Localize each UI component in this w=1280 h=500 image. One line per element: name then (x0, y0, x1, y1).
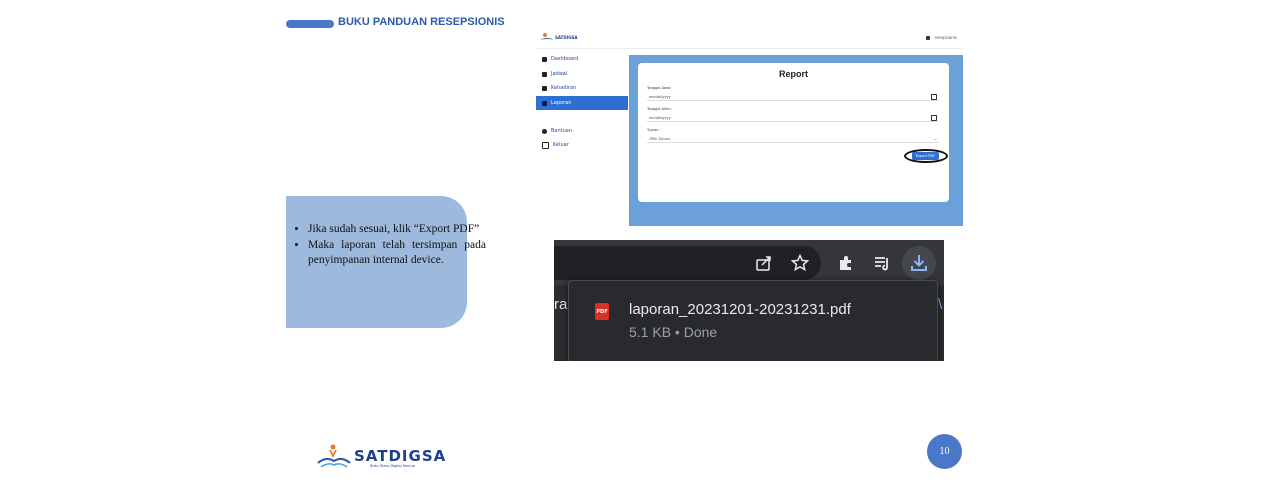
sidebar-item-label: Jadwal (551, 71, 568, 77)
page-text-fragment-right: \ (938, 296, 943, 313)
purpose-select[interactable]: -Pilih Tujuan- ⌄ (647, 135, 939, 143)
report-icon (542, 100, 547, 106)
page-number-badge: 10 (927, 434, 962, 469)
browser-toolbar (554, 240, 944, 285)
dashboard-icon (542, 56, 547, 62)
report-card: Report Tanggal Awal: mm/dd/yyyy Tanggal … (638, 63, 949, 202)
user-label: resepsionis (934, 35, 957, 40)
start-date-value: mm/dd/yyyy (649, 94, 671, 99)
user-icon (926, 36, 931, 40)
calendar-icon (542, 71, 547, 77)
header-accent-bar (286, 20, 334, 28)
end-date-input[interactable]: mm/dd/yyyy (647, 114, 939, 122)
highlight-ellipse (904, 149, 948, 163)
logo-mark-icon (541, 33, 553, 41)
app-logo: SATDIGSA (541, 33, 577, 41)
start-date-input[interactable]: mm/dd/yyyy (647, 93, 939, 101)
download-file-name[interactable]: laporan_20231201-20231231.pdf (629, 301, 851, 318)
share-icon[interactable] (753, 252, 775, 274)
instruction-item: Maka laporan telah tersimpan pada penyim… (308, 238, 486, 268)
chevron-down-icon: ⌄ (933, 136, 937, 141)
app-main-area: Report Tanggal Awal: mm/dd/yyyy Tanggal … (629, 55, 963, 226)
sidebar-item-label: Kehadiran (551, 85, 577, 91)
help-icon (542, 128, 547, 134)
calendar-icon[interactable] (931, 93, 937, 100)
instruction-box: Jika sudah sesuai, klik “Export PDF” Mak… (286, 196, 486, 328)
end-date-value: mm/dd/yyyy (649, 115, 671, 120)
download-file-meta: 5.1 KB • Done (629, 324, 718, 340)
sidebar-item-label: Dashboard (551, 56, 579, 62)
pdf-file-icon: PDF (595, 303, 609, 320)
end-date-label: Tanggal Akhir: (647, 107, 672, 111)
report-title: Report (779, 69, 808, 79)
sidebar-item-keluar[interactable]: Keluar (536, 138, 628, 152)
calendar-icon[interactable] (931, 114, 937, 121)
person-icon (542, 85, 547, 91)
start-date-label: Tanggal Awal: (647, 86, 672, 90)
sidebar-item-label: Keluar (553, 142, 569, 148)
footer-logo-name: SATDIGSA (354, 447, 447, 465)
app-topbar: SATDIGSA resepsionis (536, 28, 963, 49)
download-icon (911, 255, 927, 271)
sidebar-item-label: Bantuan (551, 128, 573, 134)
app-logo-text: SATDIGSA (555, 34, 578, 40)
report-page-screenshot: SATDIGSA resepsionis Dashboard Jadwal Ke… (536, 28, 963, 226)
extensions-icon[interactable] (835, 252, 857, 274)
logout-icon (542, 141, 549, 149)
purpose-value: -Pilih Tujuan- (649, 136, 672, 141)
media-control-icon[interactable] (871, 252, 893, 274)
sidebar-item-bantuan[interactable]: Bantuan (536, 124, 628, 138)
address-bar[interactable] (554, 246, 821, 280)
sidebar-item-label: Laporan (551, 100, 572, 106)
sidebar-item-kehadiran[interactable]: Kehadiran (536, 81, 628, 95)
downloads-button[interactable] (902, 246, 936, 280)
purpose-label: Tujuan : (647, 128, 661, 132)
star-icon[interactable] (789, 252, 811, 274)
sidebar-item-dashboard[interactable]: Dashboard (536, 52, 628, 66)
downloads-bubble: PDF laporan_20231201-20231231.pdf 5.1 KB… (568, 280, 938, 361)
logo-mark-icon (317, 444, 351, 468)
sidebar-item-jadwal[interactable]: Jadwal (536, 67, 628, 81)
footer-logo-tagline: Buku Tamu Digital Semua (370, 464, 415, 468)
user-menu[interactable]: resepsionis (926, 35, 957, 40)
sidebar-item-laporan[interactable]: Laporan (536, 96, 628, 110)
instruction-list: Jika sudah sesuai, klik “Export PDF” Mak… (286, 222, 486, 269)
instruction-item: Jika sudah sesuai, klik “Export PDF” (308, 222, 486, 237)
page-header-title: BUKU PANDUAN RESEPSIONIS (338, 16, 505, 28)
download-screenshot: rac \ PDF laporan_20231201-20231231.pdf … (554, 240, 944, 361)
app-sidebar: Dashboard Jadwal Kehadiran Laporan Bantu… (536, 50, 628, 226)
footer-logo: SATDIGSA Buku Tamu Digital Semua (316, 443, 446, 473)
